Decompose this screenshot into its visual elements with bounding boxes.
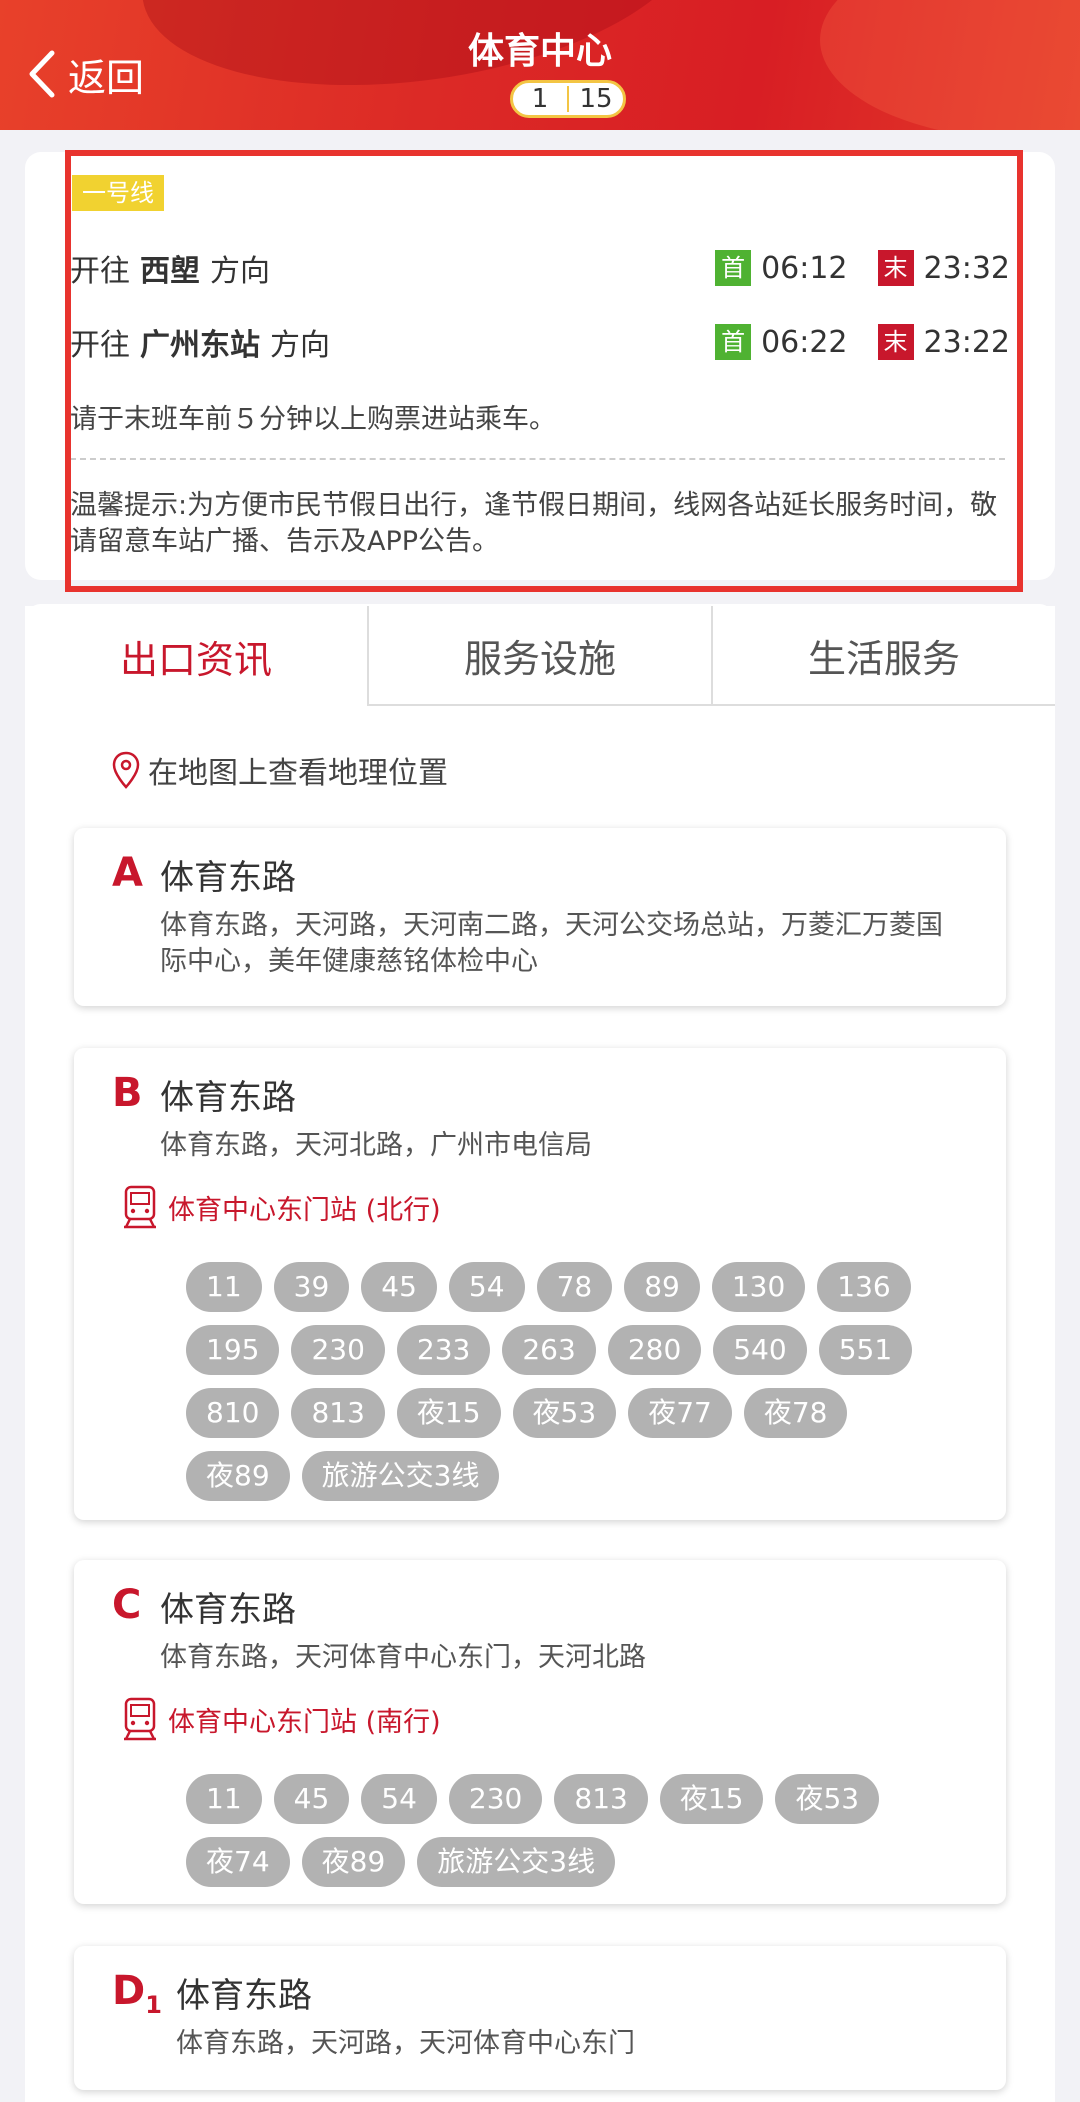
bus-route-chip[interactable]: 旅游公交3线: [301, 1451, 500, 1501]
direction-row: 开往 广州东站 方向 首 06:22 末 23:22: [70, 320, 1010, 364]
bus-route-chip[interactable]: 夜15: [659, 1774, 764, 1824]
bus-route-chip[interactable]: 813: [554, 1774, 648, 1824]
bus-route-chip[interactable]: 夜74: [186, 1837, 290, 1887]
exit-letter: D1: [112, 1968, 162, 2019]
page-title: 体育中心: [467, 31, 612, 72]
bus-route-chip[interactable]: 11: [186, 1774, 262, 1824]
direction-suffix: 方向: [270, 328, 330, 363]
bus-route-chip[interactable]: 813: [291, 1388, 385, 1438]
direction-dest: 西塱: [140, 254, 200, 289]
tab-facilities[interactable]: 服务设施: [367, 606, 711, 706]
exit-card-a[interactable]: A 体育东路 体育东路，天河路，天河南二路，天河公交场总站，万菱汇万菱国际中心，…: [74, 828, 1006, 1006]
bus-route-chip[interactable]: 54: [448, 1262, 525, 1312]
direction-prefix: 开往: [70, 254, 130, 289]
location-pin-icon: [112, 751, 140, 789]
last-train-tag: 末: [877, 324, 914, 360]
bus-route-chip[interactable]: 54: [361, 1774, 437, 1824]
exit-roads: 体育东路，天河北路，广州市电信局: [160, 1130, 592, 1161]
bus-stop-label: 体育中心东门站 (北行): [168, 1194, 441, 1226]
bus-route-chip[interactable]: 78: [536, 1262, 613, 1312]
bus-route-chip[interactable]: 11: [186, 1262, 262, 1312]
last-train-tag: 末: [877, 250, 914, 286]
exit-letter-main: D: [112, 1968, 146, 2014]
exit-name: 体育东路: [176, 1976, 312, 2016]
last-train-time: 23:22: [923, 324, 1010, 360]
bus-route-chip[interactable]: 旅游公交3线: [417, 1837, 616, 1887]
bus-route-chip[interactable]: 夜53: [775, 1774, 880, 1824]
bus-route-chip[interactable]: 551: [818, 1325, 913, 1375]
bus-stop: 体育中心东门站 (南行): [120, 1696, 441, 1742]
ticket-notice: 请于末班车前５分钟以上购票进站乘车。: [70, 404, 556, 435]
first-train-time: 06:22: [761, 324, 848, 360]
first-train-time: 06:12: [761, 250, 848, 286]
page-current: 1: [531, 84, 549, 114]
page-indicator[interactable]: 1 15: [510, 80, 626, 118]
bus-routes: 11 45 54 230 813 夜15 夜53 夜74 夜89 旅游公交3线: [186, 1774, 946, 1887]
exit-letter-sub: 1: [145, 1991, 162, 2019]
bus-route-chip[interactable]: 263: [502, 1325, 596, 1375]
line-badge: 一号线: [72, 175, 164, 211]
bus-route-chip[interactable]: 280: [607, 1325, 702, 1375]
first-train-tag: 首: [715, 250, 752, 286]
bus-routes: 11 39 45 54 78 89 130 136 195 230 233 263 280 540 551 8…: [186, 1262, 946, 1501]
bus-route-chip[interactable]: 130: [711, 1262, 806, 1312]
bus-route-chip[interactable]: 夜53: [512, 1388, 617, 1438]
bus-route-chip[interactable]: 89: [624, 1262, 700, 1312]
direction-row: 开往 西塱 方向 首 06:12 末 23:32: [70, 246, 1010, 290]
exit-card-b[interactable]: B 体育东路 体育东路，天河北路，广州市电信局 体育中心东门站 (北行) 11 3…: [74, 1048, 1006, 1520]
direction-suffix: 方向: [210, 254, 270, 289]
map-link[interactable]: 在地图上查看地理位置: [112, 750, 448, 791]
bus-icon: [124, 1185, 156, 1229]
tab-bar: 出口资讯 服务设施 生活服务: [25, 606, 1055, 706]
holiday-notice: 温馨提示:为方便市民节假日出行，逢节假日期间，线网各站延长服务时间，敬请留意车站…: [70, 490, 998, 557]
page-total: 15: [579, 84, 613, 114]
first-train-tag: 首: [715, 324, 752, 360]
bus-route-chip[interactable]: 230: [448, 1774, 543, 1824]
tab-life-services[interactable]: 生活服务: [711, 606, 1055, 706]
exit-letter: C: [112, 1582, 142, 1628]
exit-roads: 体育东路，天河路，天河南二路，天河公交场总站，万菱汇万菱国际中心，美年健康慈铭体…: [160, 910, 943, 977]
bus-route-chip[interactable]: 810: [186, 1388, 280, 1438]
exit-name: 体育东路: [160, 1590, 296, 1630]
bus-route-chip[interactable]: 夜15: [396, 1388, 501, 1438]
bus-stop: 体育中心东门站 (北行): [120, 1184, 441, 1230]
bus-route-chip[interactable]: 夜89: [301, 1837, 406, 1887]
bus-icon: [124, 1697, 156, 1741]
exit-letter: B: [112, 1070, 143, 1116]
bus-route-chip[interactable]: 233: [396, 1325, 491, 1375]
bus-route-chip[interactable]: 39: [273, 1262, 350, 1312]
bus-route-chip[interactable]: 夜89: [186, 1451, 290, 1501]
exit-roads: 体育东路，天河体育中心东门，天河北路: [160, 1642, 646, 1673]
divider: [70, 458, 1005, 460]
exit-card-d1[interactable]: D1 体育东路 体育东路，天河路，天河体育中心东门: [74, 1946, 1006, 2090]
bus-route-chip[interactable]: 540: [713, 1325, 807, 1375]
bus-route-chip[interactable]: 夜78: [743, 1388, 848, 1438]
exit-roads: 体育东路，天河路，天河体育中心东门: [176, 2028, 635, 2059]
exit-card-c[interactable]: C 体育东路 体育东路，天河体育中心东门，天河北路 体育中心东门站 (南行) 1…: [74, 1560, 1006, 1904]
bus-route-chip[interactable]: 195: [186, 1325, 280, 1375]
exit-name: 体育东路: [160, 858, 296, 898]
map-link-label: 在地图上查看地理位置: [148, 756, 448, 791]
bus-route-chip[interactable]: 夜77: [628, 1388, 732, 1438]
bus-route-chip[interactable]: 45: [361, 1262, 437, 1312]
exit-letter: A: [112, 850, 143, 896]
last-train-time: 23:32: [923, 250, 1010, 286]
bus-route-chip[interactable]: 230: [291, 1325, 385, 1375]
bus-stop-label: 体育中心东门站 (南行): [168, 1706, 441, 1738]
direction-prefix: 开往: [70, 328, 130, 363]
bus-route-chip[interactable]: 136: [817, 1262, 911, 1312]
exit-name: 体育东路: [160, 1078, 296, 1118]
bus-route-chip[interactable]: 45: [273, 1774, 350, 1824]
tab-exit-info[interactable]: 出口资讯: [25, 606, 367, 706]
direction-dest: 广州东站: [140, 328, 260, 363]
